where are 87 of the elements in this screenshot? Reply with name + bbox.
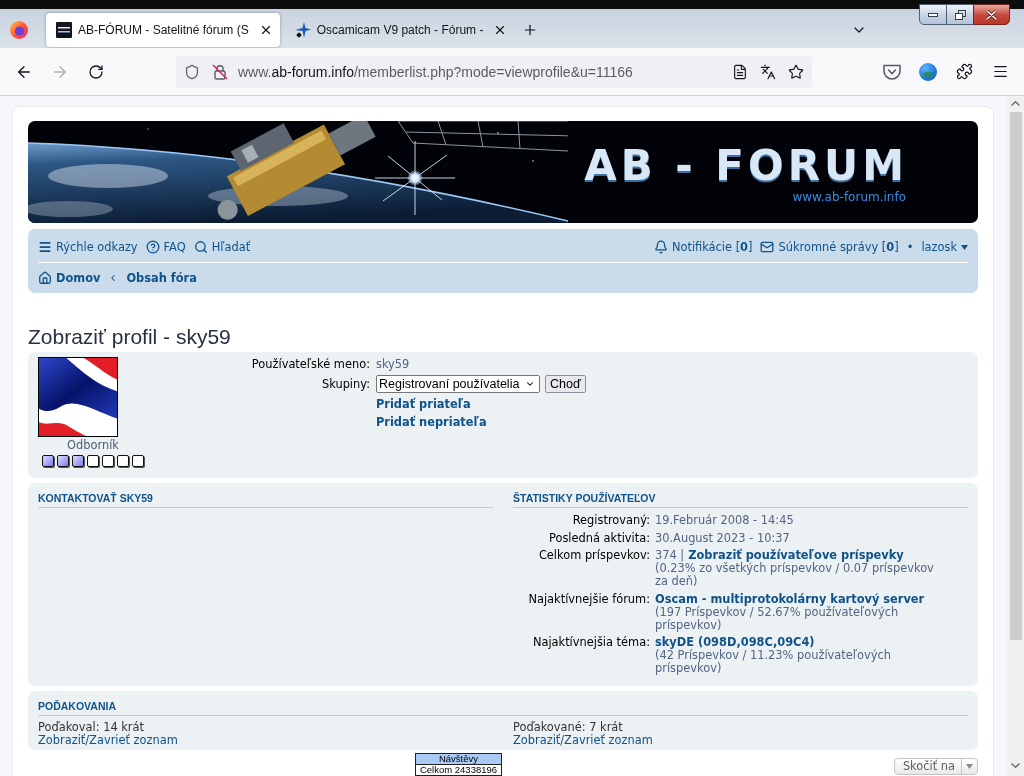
- nav-link[interactable]: FAQ: [145, 240, 186, 254]
- stat-note: (42 Príspevkov / 11.23% používateľových príspevkov): [655, 649, 892, 675]
- breadcrumb-link[interactable]: Domov: [38, 271, 101, 285]
- rank-title: Odborník: [67, 439, 119, 452]
- caret-down-icon[interactable]: [961, 244, 968, 250]
- filled-pip-icon: [72, 455, 84, 467]
- stat-value: 374 |: [655, 549, 685, 562]
- filled-pip-icon: [42, 455, 54, 467]
- field-label: Skupiny:: [320, 377, 370, 391]
- minimize-icon: [928, 12, 938, 17]
- counter-title: Návštěvy: [416, 754, 501, 765]
- username-value: sky59: [376, 357, 411, 371]
- filled-pip-icon: [57, 455, 69, 467]
- browser-tab[interactable]: AB-FÓRUM - Satelitné fórum (S: [46, 13, 280, 47]
- bullet-separator: •: [906, 240, 914, 254]
- translate-icon[interactable]: [760, 63, 776, 80]
- caret-down-icon[interactable]: [966, 764, 973, 769]
- menu-icon[interactable]: [991, 63, 1009, 80]
- groups-select[interactable]: Registrovaní používatelia: [376, 375, 540, 393]
- stat-label: Najaktívnejšia téma:: [531, 636, 650, 649]
- thanks-count: Poďakované: 7 krát: [513, 721, 623, 734]
- profile-action-link[interactable]: Pridať priateľa: [376, 397, 471, 411]
- stat-label: Najaktívnejšie fórum:: [527, 592, 650, 606]
- empty-pip-icon: [117, 455, 129, 467]
- stat-label: Posledná aktivita:: [548, 531, 650, 545]
- search-icon: [193, 240, 208, 254]
- close-window-button[interactable]: [973, 4, 1010, 25]
- field-label: Používateľské meno:: [250, 357, 370, 371]
- empty-pip-icon: [87, 455, 99, 467]
- site-logo-icon: [56, 22, 72, 38]
- browser-tab[interactable]: Oscamicam V9 patch - Fórum -: [284, 13, 515, 47]
- nav-link[interactable]: Súkromné správy [0]: [760, 240, 899, 254]
- go-button[interactable]: Choď: [545, 375, 586, 393]
- scrollbar-thumb[interactable]: [1009, 112, 1022, 640]
- site-logo-text: AB - FORUM: [584, 145, 908, 187]
- nav-link[interactable]: Rýchle odkazy: [38, 240, 138, 254]
- stat-label: Registrovaný:: [571, 514, 650, 527]
- home-icon: [38, 271, 52, 285]
- scroll-up-icon[interactable]: [1011, 101, 1020, 106]
- scroll-down-icon[interactable]: [1011, 763, 1020, 768]
- stat-link[interactable]: skyDE (098D,098C,09C4): [655, 636, 815, 649]
- shield-icon[interactable]: [184, 63, 200, 80]
- star-icon[interactable]: [788, 63, 804, 80]
- stat-label: Celkom príspevkov:: [537, 549, 650, 562]
- menu-icon: [38, 240, 52, 254]
- stat-value: 30.August 2023 - 10:37: [655, 531, 790, 545]
- jump-to-button[interactable]: Skočiť na: [893, 758, 978, 775]
- empty-pip-icon: [102, 455, 114, 467]
- url-text[interactable]: www.ab-forum.info/memberlist.php?mode=viewprofile&u=11166: [238, 63, 633, 80]
- toggle-list-link[interactable]: Zobraziť/Zavrieť zoznam: [38, 734, 178, 747]
- profile-action-link[interactable]: Pridať nepriateľa: [376, 415, 487, 429]
- section-heading: ŠTATISTIKY POUŽÍVATEĽOV: [513, 491, 968, 508]
- breadcrumb-link[interactable]: Obsah fóra: [126, 271, 197, 285]
- stat-note: (197 Príspevkov / 52.67% používateľových príspevkov): [655, 605, 900, 632]
- reload-icon[interactable]: [88, 63, 104, 80]
- address-bar[interactable]: www.ab-forum.info/memberlist.php?mode=viewprofile&u=11166: [176, 55, 812, 88]
- section-heading: POĎAKOVANIA: [38, 699, 968, 716]
- stat-link[interactable]: Oscam - multiprotokolárny kartový server: [655, 592, 925, 606]
- page-title: Zobraziť profil - sky59: [28, 325, 232, 349]
- bell-icon: [653, 240, 668, 254]
- account-icon[interactable]: [919, 62, 937, 81]
- restore-button[interactable]: [946, 4, 974, 25]
- user-menu-link[interactable]: lazosk: [921, 240, 968, 254]
- stat-value: 19.Február 2008 - 14:45: [655, 514, 794, 527]
- envelope-icon: [760, 240, 775, 254]
- restore-icon: [954, 9, 966, 20]
- stat-link[interactable]: Zobraziť používateľove príspevky: [688, 549, 904, 562]
- close-icon: [986, 9, 997, 20]
- pocket-icon[interactable]: [883, 63, 901, 80]
- lock-slash-icon[interactable]: [212, 63, 228, 80]
- nav-link[interactable]: Hľadať: [193, 240, 251, 254]
- browser-logo-icon[interactable]: [10, 21, 28, 39]
- section-heading: KONTAKTOVAŤ SKY59: [38, 491, 493, 508]
- thanks-count: Poďakoval: 14 krát: [38, 721, 144, 734]
- scrollbar[interactable]: [1007, 96, 1024, 776]
- counter-total: Celkom 24338196: [418, 765, 499, 775]
- sparkle-icon: [294, 22, 311, 38]
- help-icon: [145, 240, 160, 254]
- document-icon[interactable]: [732, 63, 748, 80]
- stat-note: (0.23% zo všetkých príspevkov / 0.07 príspevkov za deň): [655, 562, 935, 588]
- site-url-text: www.ab-forum.info: [792, 190, 906, 204]
- empty-pip-icon: [132, 455, 144, 467]
- puzzle-icon[interactable]: [955, 63, 973, 80]
- chevron-down-icon: [525, 379, 535, 389]
- toggle-list-link[interactable]: Zobraziť/Zavrieť zoznam: [513, 734, 653, 747]
- nav-link[interactable]: Notifikácie [0]: [653, 240, 753, 254]
- minimize-button[interactable]: [919, 4, 947, 25]
